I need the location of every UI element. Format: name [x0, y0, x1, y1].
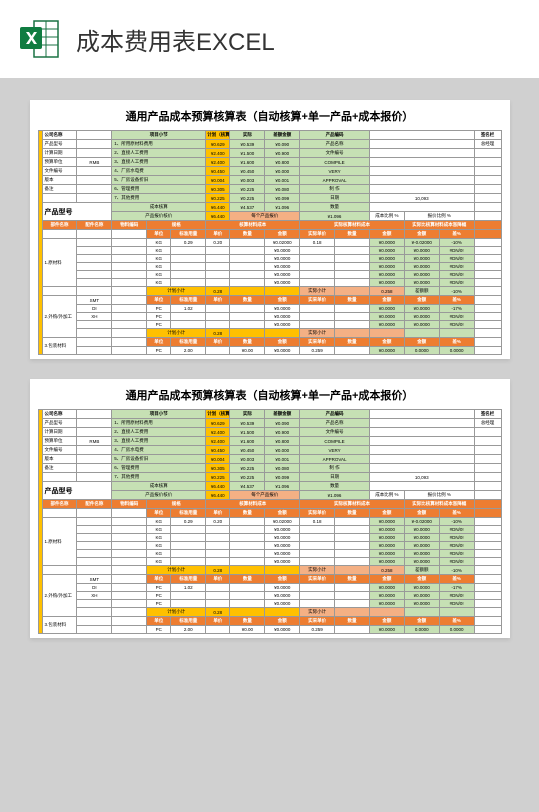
page-header: 成本费用表EXCEL	[0, 0, 539, 78]
preview-area: 通用产品成本预算核算表（自动核算+单一产品+成本报价） 公司名称 项目小节 计划…	[0, 78, 539, 812]
excel-icon	[18, 17, 62, 61]
sheet-title: 通用产品成本预算核算表（自动核算+单一产品+成本报价）	[38, 108, 502, 124]
cost-table: 公司名称 项目小节 计划（核算） 实际 差额金额 产品编码 签名栏 产品型号1、…	[38, 130, 502, 355]
spreadsheet-preview-1: 通用产品成本预算核算表（自动核算+单一产品+成本报价） 公司名称 项目小节 计划…	[30, 100, 510, 359]
cost-table-2: 公司名称 项目小节 计划（核算） 实际 差额金额 产品编码 签名栏 产品型号1、…	[38, 409, 502, 634]
sheet-title-2: 通用产品成本预算核算表（自动核算+单一产品+成本报价）	[38, 387, 502, 403]
page-title: 成本费用表EXCEL	[76, 22, 275, 57]
stamp-cell: 签名栏	[474, 131, 501, 140]
spreadsheet-preview-2: 通用产品成本预算核算表（自动核算+单一产品+成本报价） 公司名称 项目小节 计划…	[30, 379, 510, 638]
